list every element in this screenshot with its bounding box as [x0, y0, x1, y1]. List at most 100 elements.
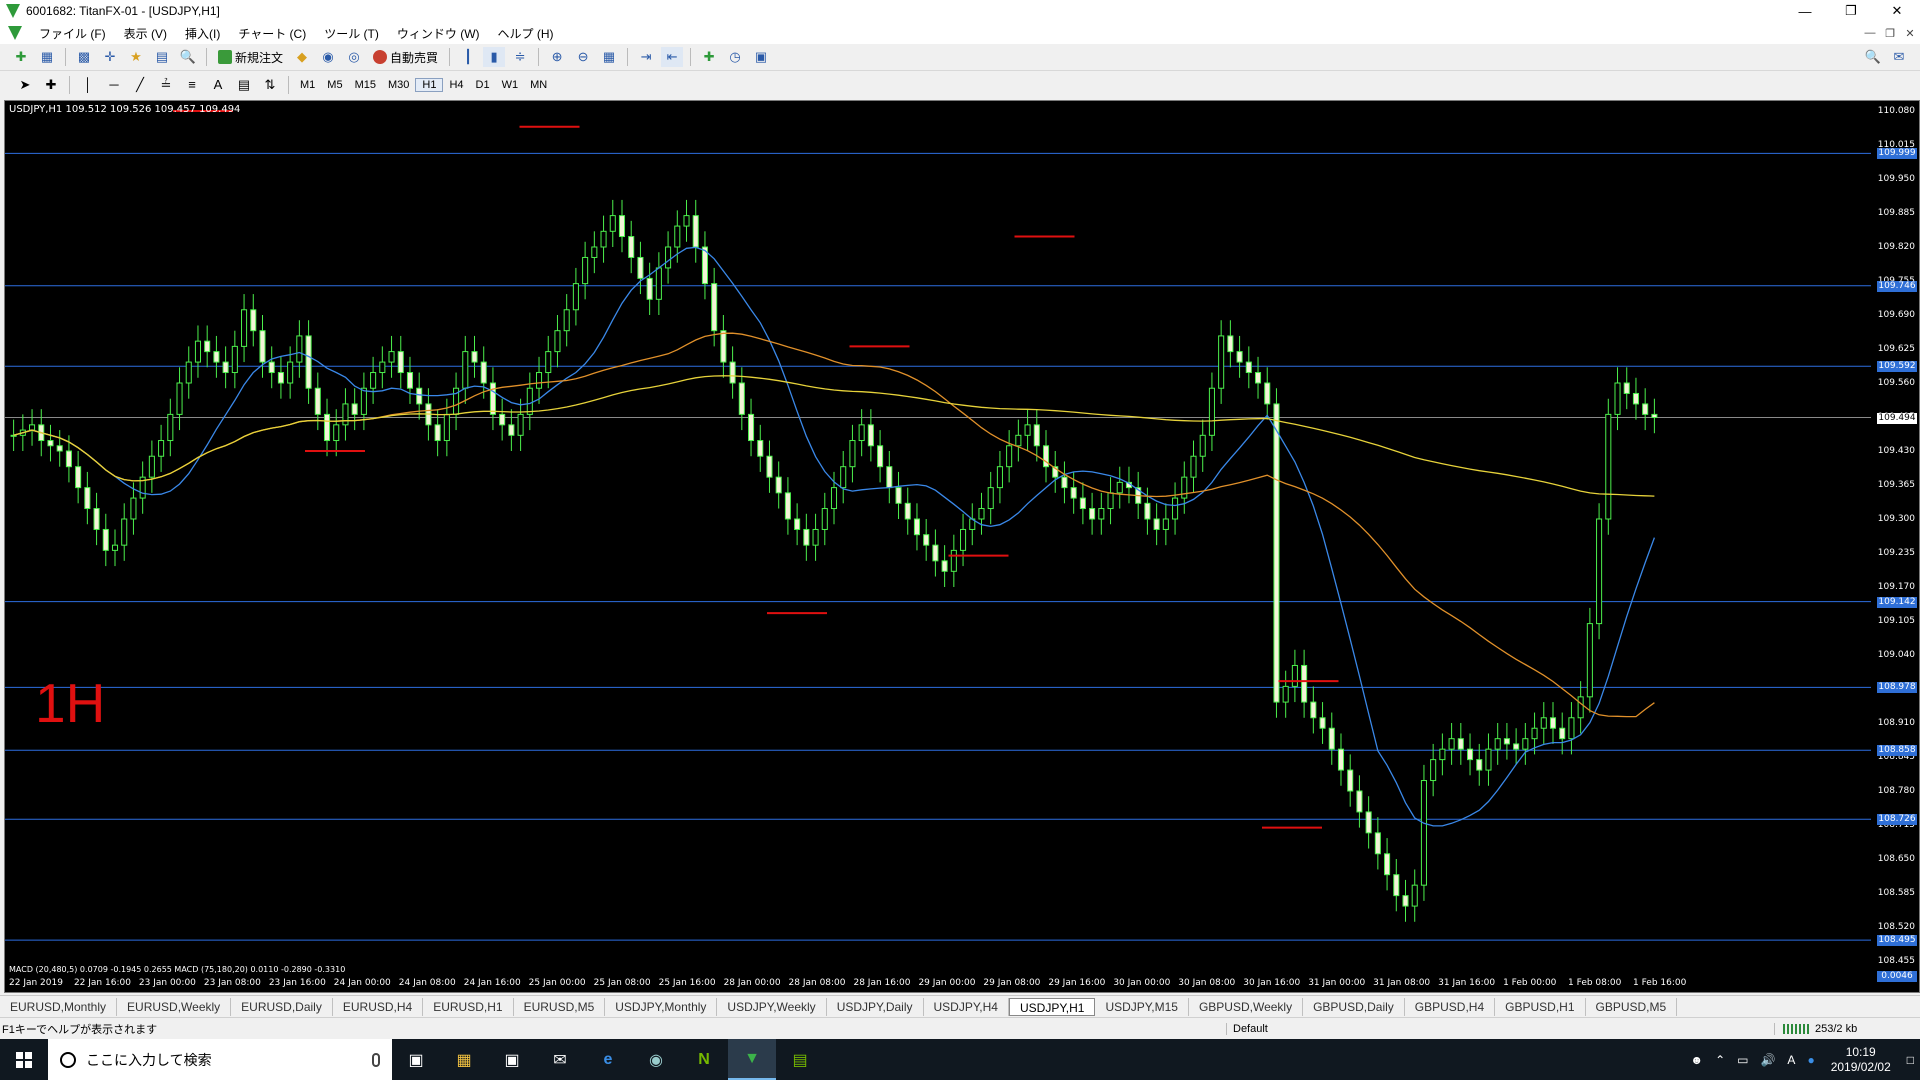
tab-gbpusd-m5[interactable]: GBPUSD,M5 — [1586, 997, 1678, 1016]
notifications-icon[interactable]: □ — [1907, 1053, 1914, 1067]
chart-window[interactable]: USDJPY,H1 109.512 109.526 109.457 109.49… — [4, 100, 1920, 993]
network-icon[interactable]: ▭ — [1737, 1053, 1748, 1067]
onedrive-icon[interactable]: ● — [1807, 1053, 1814, 1067]
ime-icon[interactable]: A — [1787, 1053, 1795, 1067]
tf-h4[interactable]: H4 — [443, 79, 469, 91]
microphone-icon[interactable] — [372, 1052, 380, 1067]
tray-chevron-icon[interactable]: ⌃ — [1715, 1053, 1725, 1067]
tab-usdjpy-daily[interactable]: USDJPY,Daily — [827, 997, 924, 1016]
line-chart-icon[interactable]: ≑ — [509, 47, 531, 67]
maximize-button[interactable]: ❐ — [1828, 0, 1874, 22]
app-menu-icon[interactable] — [8, 26, 22, 40]
edge-icon[interactable]: e — [584, 1039, 632, 1080]
price-scale[interactable]: 110.080110.015109.950109.885109.820109.7… — [1869, 101, 1919, 994]
new-chart-icon[interactable]: ✚ — [10, 47, 32, 67]
menu-file[interactable]: ファイル (F) — [30, 25, 115, 42]
new-order-button[interactable]: 新規注文 — [218, 49, 283, 66]
tf-m1[interactable]: M1 — [294, 79, 321, 91]
tab-usdjpy-monthly[interactable]: USDJPY,Monthly — [605, 997, 718, 1016]
tf-m15[interactable]: M15 — [349, 79, 382, 91]
terminal-icon[interactable]: ▤ — [151, 47, 173, 67]
file-explorer-icon[interactable]: ▦ — [440, 1039, 488, 1080]
auto-trading-button[interactable]: 自動売買 — [373, 49, 438, 66]
tile-windows-icon[interactable]: ▦ — [598, 47, 620, 67]
search-icon[interactable]: 🔍 — [1862, 47, 1884, 67]
market-watch-icon[interactable]: ▩ — [73, 47, 95, 67]
auto-scroll-icon[interactable]: ⇥ — [635, 47, 657, 67]
tf-h1[interactable]: H1 — [415, 77, 444, 92]
clock[interactable]: 10:19 2019/02/02 — [1831, 1045, 1891, 1075]
tf-w1[interactable]: W1 — [496, 79, 525, 91]
child-minimize-icon[interactable]: — — [1860, 27, 1880, 40]
tf-mn[interactable]: MN — [524, 79, 553, 91]
menu-window[interactable]: ウィンドウ (W) — [388, 25, 489, 42]
crosshair-icon[interactable]: ✚ — [40, 75, 62, 95]
metaeditor-icon[interactable]: ◆ — [291, 47, 313, 67]
periods-icon[interactable]: ◷ — [724, 47, 746, 67]
market-icon[interactable]: ◎ — [343, 47, 365, 67]
equidistant-channel-icon[interactable]: ≟ — [155, 75, 177, 95]
tf-m30[interactable]: M30 — [382, 79, 415, 91]
zoom-in-icon[interactable]: ⊕ — [546, 47, 568, 67]
child-close-icon[interactable]: ✕ — [1900, 27, 1920, 40]
menu-tools[interactable]: ツール (T) — [315, 25, 388, 42]
tab-gbpusd-daily[interactable]: GBPUSD,Daily — [1303, 997, 1405, 1016]
volume-icon[interactable]: 🔊 — [1760, 1053, 1775, 1067]
start-button[interactable] — [0, 1039, 48, 1080]
menu-insert[interactable]: 挿入(I) — [176, 25, 229, 42]
tab-eurusd-daily[interactable]: EURUSD,Daily — [231, 997, 333, 1016]
tab-eurusd-weekly[interactable]: EURUSD,Weekly — [117, 997, 232, 1016]
data-window-icon[interactable]: ✛ — [99, 47, 121, 67]
app-icon[interactable]: ◉ — [632, 1039, 680, 1080]
tab-gbpusd-h4[interactable]: GBPUSD,H4 — [1405, 997, 1496, 1016]
vertical-line-icon[interactable]: │ — [77, 75, 99, 95]
indicators-icon[interactable]: ✚ — [698, 47, 720, 67]
menu-view[interactable]: 表示 (V) — [115, 25, 176, 42]
minimize-button[interactable]: — — [1782, 0, 1828, 22]
tab-usdjpy-weekly[interactable]: USDJPY,Weekly — [717, 997, 827, 1016]
tf-d1[interactable]: D1 — [470, 79, 496, 91]
tab-eurusd-h1[interactable]: EURUSD,H1 — [423, 997, 514, 1016]
tab-gbpusd-weekly[interactable]: GBPUSD,Weekly — [1189, 997, 1304, 1016]
tab-eurusd-h4[interactable]: EURUSD,H4 — [333, 997, 424, 1016]
navigator-icon[interactable]: ★ — [125, 47, 147, 67]
tab-gbpusd-h1[interactable]: GBPUSD,H1 — [1495, 997, 1586, 1016]
task-view-icon[interactable]: ▣ — [392, 1039, 440, 1080]
tab-usdjpy-m15[interactable]: USDJPY,M15 — [1095, 997, 1189, 1016]
chart-shift-icon[interactable]: ⇤ — [661, 47, 684, 67]
close-button[interactable]: ✕ — [1874, 0, 1920, 22]
taskbar-search[interactable]: ここに入力して検索 — [48, 1039, 392, 1080]
candlestick-icon[interactable]: ▮ — [483, 47, 506, 67]
time-scale[interactable]: 22 Jan 2019 22 Jan 16:00 23 Jan 00:00 23 Ja… — [5, 976, 1871, 992]
nvidia-icon[interactable]: N — [680, 1039, 728, 1080]
cursor-icon[interactable]: ➤ — [14, 75, 36, 95]
fibonacci-icon[interactable]: ≡ — [181, 75, 203, 95]
tab-usdjpy-h1[interactable]: USDJPY,H1 — [1008, 997, 1096, 1016]
text-icon[interactable]: A — [207, 75, 229, 95]
status-connection[interactable]: 253/2 kb — [1774, 1022, 1920, 1035]
trendline-icon[interactable]: ╱ — [129, 75, 151, 95]
tab-eurusd-m5[interactable]: EURUSD,M5 — [514, 997, 606, 1016]
store-icon[interactable]: ▣ — [488, 1039, 536, 1080]
signals-icon[interactable]: ◉ — [317, 47, 339, 67]
chat-icon[interactable]: ✉ — [1888, 47, 1910, 67]
strategy-tester-icon[interactable]: 🔍 — [177, 47, 199, 67]
arrows-icon[interactable]: ⇅ — [259, 75, 281, 95]
zoom-out-icon[interactable]: ⊖ — [572, 47, 594, 67]
people-icon[interactable]: ☻ — [1690, 1053, 1703, 1067]
child-restore-icon[interactable]: ❐ — [1880, 27, 1900, 40]
profiles-icon[interactable]: ▦ — [36, 47, 58, 67]
mail-icon[interactable]: ✉ — [536, 1039, 584, 1080]
price-chart[interactable] — [5, 101, 1871, 961]
titanfx-taskbar-icon[interactable]: ▼ — [728, 1039, 776, 1080]
tab-usdjpy-h4[interactable]: USDJPY,H4 — [924, 997, 1009, 1016]
text-label-icon[interactable]: ▤ — [233, 75, 255, 95]
horizontal-line-icon[interactable]: ─ — [103, 75, 125, 95]
bar-chart-icon[interactable]: ┃ — [457, 47, 479, 67]
tf-m5[interactable]: M5 — [321, 79, 348, 91]
templates-icon[interactable]: ▣ — [750, 47, 772, 67]
menu-chart[interactable]: チャート (C) — [229, 25, 315, 42]
terminal-taskbar-icon[interactable]: ▤ — [776, 1039, 824, 1080]
tab-eurusd-monthly[interactable]: EURUSD,Monthly — [0, 997, 118, 1016]
menu-help[interactable]: ヘルプ (H) — [489, 25, 563, 42]
